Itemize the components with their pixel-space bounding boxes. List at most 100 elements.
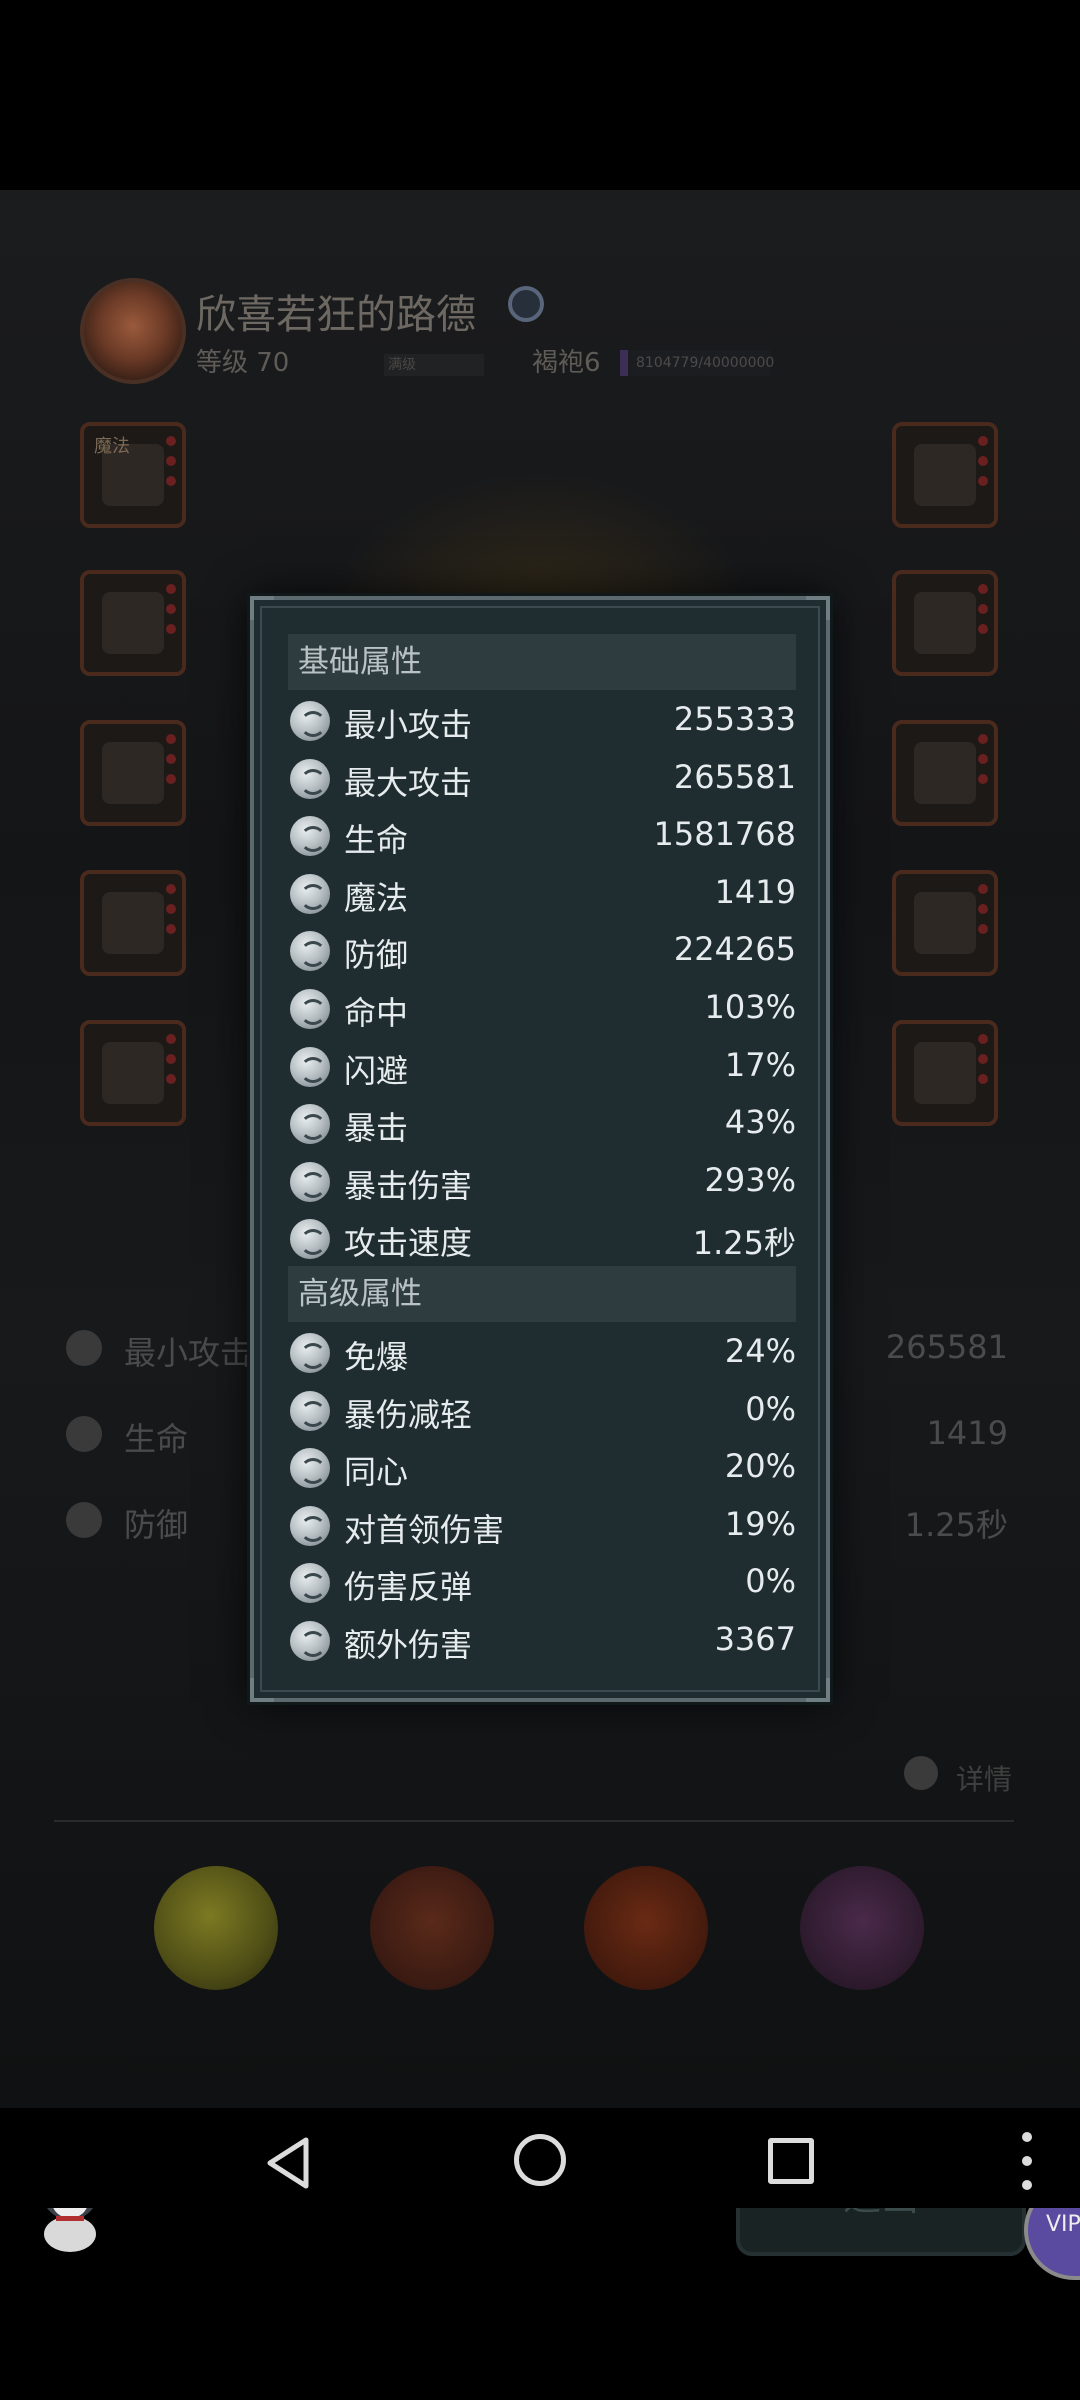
more-options-icon[interactable]: [1022, 2132, 1034, 2192]
attribute-value: 293%: [704, 1160, 796, 1199]
info-icon: [904, 1756, 938, 1790]
boss-icon: [290, 1505, 330, 1546]
attribute-label: 免爆: [344, 1338, 409, 1376]
attribute-label: 暴伤减轻: [344, 1395, 473, 1434]
critical-icon: [290, 1104, 330, 1145]
target-icon: [290, 989, 330, 1029]
shield-icon: [290, 931, 330, 972]
attribute-label: 防御: [344, 936, 409, 975]
skill-orb-guild-icon[interactable]: [370, 1866, 494, 1990]
critical-damage-icon: [290, 1161, 330, 1202]
attribute-label: 最大攻击: [344, 763, 473, 802]
corner-ornament: [806, 596, 830, 620]
attribute-value: 43%: [724, 1103, 796, 1142]
corner-ornament: [806, 1678, 830, 1702]
attribute-row: 防御 224265: [288, 922, 796, 979]
attribute-row: 同心 20%: [288, 1439, 796, 1496]
attribute-value: 3367: [714, 1620, 796, 1658]
attribute-row: 额外伤害 3367: [288, 1612, 796, 1669]
bg-stat-value: 1.25秒: [904, 1506, 1008, 1544]
attack-speed-icon: [290, 1219, 330, 1260]
attribute-label: 魔法: [344, 878, 409, 917]
attribute-label: 同心: [344, 1453, 409, 1492]
bg-stat-value: 1419: [926, 1414, 1008, 1452]
player-badge-icon: [508, 286, 544, 322]
attribute-label: 闪避: [344, 1051, 409, 1090]
divider: [54, 1820, 1014, 1822]
equipment-slot-weapon[interactable]: [80, 870, 186, 976]
equipment-slot-boots[interactable]: [80, 1020, 186, 1126]
attribute-row: 免爆 24%: [288, 1324, 796, 1381]
attribute-row: 魔法 1419: [288, 865, 796, 922]
attribute-label: 额外伤害: [344, 1626, 473, 1664]
attribute-label: 暴击伤害: [344, 1166, 473, 1205]
player-level: 等级 70: [196, 348, 290, 378]
equipment-slot-armor[interactable]: [80, 570, 186, 676]
attribute-value: 1.25秒: [692, 1224, 796, 1263]
advanced-attributes-header: 高级属性: [288, 1266, 796, 1322]
equipment-slot-legs[interactable]: [80, 720, 186, 826]
crit-reduction-icon: [290, 1390, 330, 1431]
attribute-value: 103%: [704, 988, 796, 1026]
equipment-slot-amulet[interactable]: [892, 870, 998, 976]
sword-icon: [66, 1330, 102, 1366]
details-link[interactable]: 详情: [956, 1758, 1012, 1798]
attribute-label: 生命: [344, 821, 409, 860]
attributes-panel: 基础属性 最小攻击 255333 最大攻击 265581 生命 1581768 魔法 1419…: [250, 596, 830, 1702]
attribute-row: 伤害反弹 0%: [288, 1554, 796, 1611]
bg-stat-min-attack: 最小攻击: [124, 1334, 253, 1372]
unity-icon: [290, 1448, 330, 1489]
attribute-value: 0%: [745, 1562, 796, 1601]
heart-icon: [66, 1416, 102, 1452]
sword-icon: [290, 701, 330, 741]
bg-stat-life: 生命: [124, 1420, 189, 1458]
back-icon[interactable]: [262, 2136, 316, 2190]
attribute-value: 19%: [724, 1504, 796, 1543]
attribute-row: 暴伤减轻 0%: [288, 1382, 796, 1439]
corner-ornament: [250, 596, 274, 620]
player-rank-bar: 满级: [384, 354, 484, 376]
bg-stat-defense: 防御: [124, 1506, 189, 1544]
skill-orb-battle-icon[interactable]: [584, 1866, 708, 1990]
slot-label: 魔法: [94, 436, 130, 457]
equipment-slot-cloak[interactable]: [892, 1020, 998, 1126]
player-exp-bar: 8104779/40000000: [620, 350, 774, 376]
attribute-value: 20%: [724, 1447, 796, 1486]
equipment-slot-ring[interactable]: [892, 570, 998, 676]
recent-apps-icon[interactable]: [768, 2138, 814, 2184]
corner-ornament: [250, 1678, 274, 1702]
attribute-row: 对首领伤害 19%: [288, 1497, 796, 1554]
attribute-value: 255333: [673, 700, 796, 738]
attribute-value: 17%: [724, 1045, 796, 1084]
equipment-slot-helmet[interactable]: 魔法: [80, 422, 186, 528]
skill-orb-magic-icon[interactable]: [800, 1866, 924, 1990]
attribute-value: 224265: [673, 930, 796, 969]
attribute-row: 攻击速度 1.25秒: [288, 1210, 796, 1267]
attribute-value: 0%: [745, 1389, 796, 1428]
home-icon[interactable]: [514, 2134, 566, 2186]
skill-orb-nature-icon[interactable]: [154, 1866, 278, 1990]
attribute-label: 伤害反弹: [344, 1568, 473, 1607]
player-name: 欣喜若狂的路德: [196, 292, 476, 338]
attribute-value: 265581: [673, 757, 796, 796]
attribute-value: 24%: [724, 1332, 796, 1370]
extra-damage-icon: [290, 1621, 330, 1661]
attribute-row: 暴击 43%: [288, 1095, 796, 1152]
attribute-label: 命中: [344, 994, 409, 1032]
sword-icon: [290, 758, 330, 799]
attribute-label: 对首领伤害: [344, 1510, 505, 1549]
equipment-slot-necklace[interactable]: [892, 720, 998, 826]
magic-icon: [290, 873, 330, 914]
basic-attributes-header: 基础属性: [288, 634, 796, 690]
attribute-label: 暴击: [344, 1109, 409, 1148]
equipment-slot-offhand[interactable]: [892, 422, 998, 528]
attribute-label: 攻击速度: [344, 1224, 473, 1263]
heart-icon: [290, 816, 330, 857]
attribute-value: 1581768: [653, 815, 796, 854]
attribute-row: 最大攻击 265581: [288, 750, 796, 807]
attribute-row: 闪避 17%: [288, 1038, 796, 1095]
shield-icon: [66, 1502, 102, 1538]
vip-label: VIP: [1046, 2212, 1080, 2237]
attribute-row: 命中 103%: [288, 980, 796, 1037]
attribute-row: 暴击伤害 293%: [288, 1153, 796, 1210]
